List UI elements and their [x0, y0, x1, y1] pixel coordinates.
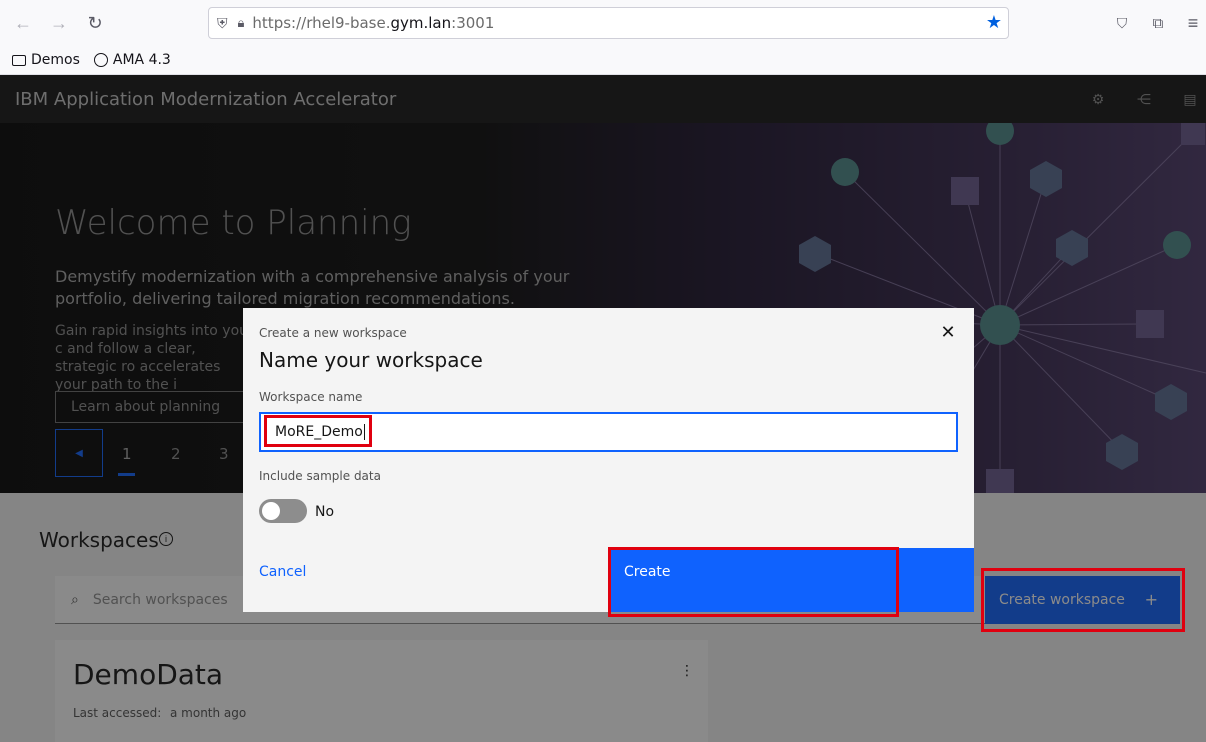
- text-caret: [363, 424, 365, 440]
- pocket-icon[interactable]: ⛉: [1107, 8, 1137, 38]
- globe-icon: [93, 53, 108, 67]
- extensions-icon[interactable]: ⧉: [1143, 8, 1173, 38]
- workspace-name-label: Workspace name: [259, 390, 363, 404]
- bookmark-star-icon[interactable]: ★: [986, 12, 1002, 33]
- workspace-name-value: MoRE_Demo: [275, 424, 363, 440]
- bookmarks-bar: Demos AMA 4.3: [0, 46, 1206, 75]
- bookmark-demos[interactable]: Demos: [12, 52, 80, 68]
- forward-icon[interactable]: →: [44, 8, 74, 38]
- include-sample-data-toggle[interactable]: [259, 499, 307, 523]
- workspace-name-input[interactable]: MoRE_Demo: [259, 412, 958, 452]
- bookmark-label: AMA 4.3: [112, 52, 171, 68]
- toggle-state-text: No: [315, 504, 335, 520]
- folder-icon: [12, 54, 26, 66]
- modal-label: Create a new workspace: [259, 326, 407, 340]
- address-bar[interactable]: ⛨ 🔒︎ https://rhel9-base.gym.lan:3001 ★: [208, 7, 1009, 39]
- url-text: https://rhel9-base.gym.lan:3001: [252, 14, 495, 32]
- close-icon[interactable]: ✕: [938, 322, 958, 342]
- lock-icon: 🔒︎: [237, 15, 245, 30]
- modal-heading: Name your workspace: [259, 348, 483, 372]
- cancel-button[interactable]: Cancel: [243, 548, 608, 612]
- back-icon[interactable]: ←: [8, 8, 38, 38]
- bookmark-ama[interactable]: AMA 4.3: [93, 52, 171, 68]
- menu-icon[interactable]: ≡: [1178, 8, 1206, 38]
- create-button[interactable]: Create: [608, 548, 974, 612]
- toggle-knob: [262, 502, 280, 520]
- include-sample-data-label: Include sample data: [259, 469, 381, 483]
- reload-icon[interactable]: ↻: [80, 8, 110, 38]
- create-workspace-modal: Create a new workspace Name your workspa…: [243, 308, 974, 612]
- browser-toolbar: ← → ↻ ⛨ 🔒︎ https://rhel9-base.gym.lan:30…: [0, 0, 1206, 46]
- bookmark-label: Demos: [31, 52, 80, 68]
- shield-icon: ⛨: [217, 14, 228, 31]
